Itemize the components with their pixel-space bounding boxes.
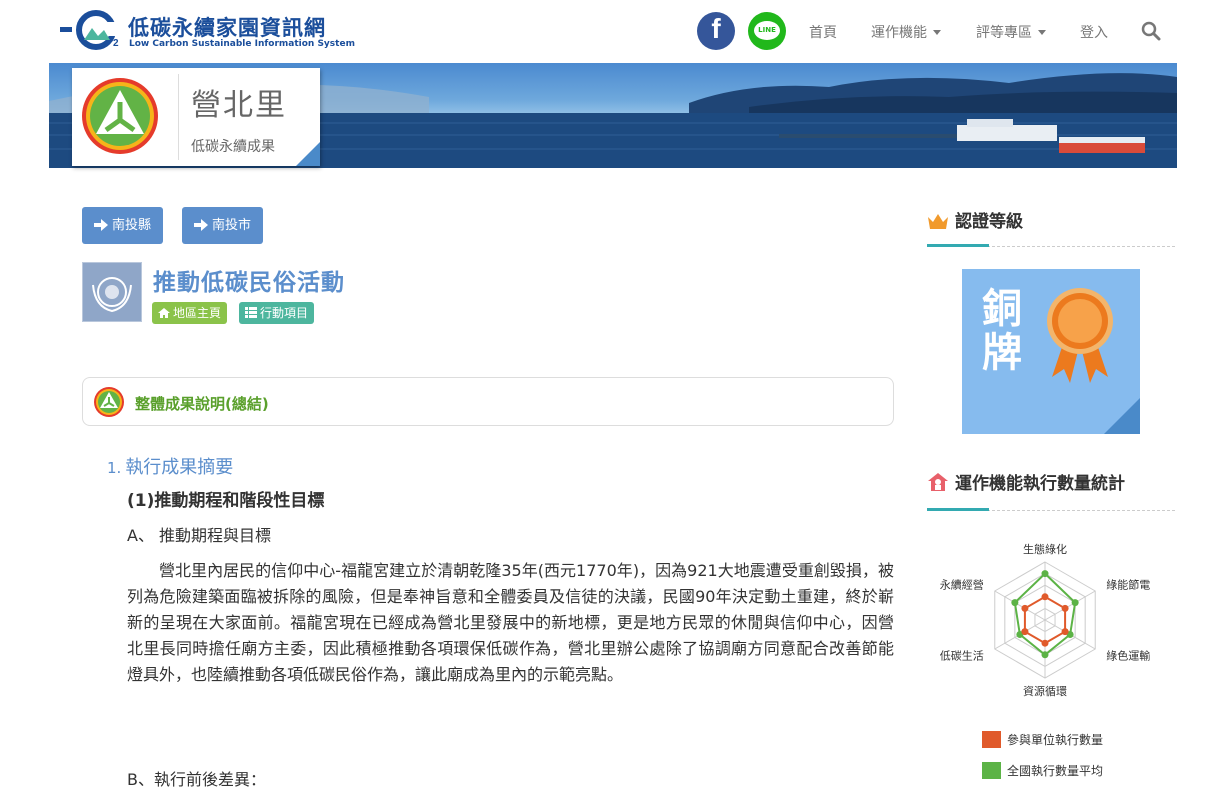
rosette-icon [1047,288,1113,383]
village-emblem-icon [82,78,158,154]
region-home-tag-label: 地區主頁 [173,306,222,320]
action-items-tag-label: 行動項目 [260,306,309,320]
legend-swatch-participant [982,731,1001,748]
home-icon [158,308,170,318]
list-icon [245,307,257,318]
nav-home[interactable]: 首頁 [809,22,837,42]
legend-national-label: 全國執行數量平均 [1007,764,1104,778]
radar-axis-label: 綠能節電 [1106,578,1150,592]
section-heading: 1. 執行成果摘要 [107,453,233,479]
cert-heading: 認證等級 [927,207,1023,232]
section-title: 執行成果摘要 [125,457,234,478]
site-logo[interactable]: 2 低碳永續家園資訊網 Low Carbon Sustainable Infor… [58,8,355,54]
arrow-right-icon [94,219,108,231]
arrow-right-icon [194,219,208,231]
county-button[interactable]: 南投縣 [82,207,164,244]
section-number: 1. [107,459,122,477]
cert-heading-accent [927,244,989,247]
radar-data-point [1041,570,1049,578]
radar-data-point [1041,651,1049,659]
badge-divider [178,74,179,160]
legend-participant-label: 參與單位執行數量 [1007,733,1104,747]
line-share-button[interactable]: LINE [748,12,786,50]
bronze-medal-card: 銅牌 [962,269,1140,434]
facebook-share-button[interactable]: f [697,12,735,50]
radar-axis-label: 綠色運輸 [1106,648,1150,662]
line-icon: LINE [754,21,780,40]
nav-login[interactable]: 登入 [1080,22,1108,42]
caret-down-icon [1038,30,1046,35]
svg-text:2: 2 [113,38,119,49]
city-button-label: 南投市 [212,218,252,233]
radar-spoke [994,590,1046,621]
subsection-heading: (1)推動期程和階段性目標 [127,491,325,511]
crown-icon [928,214,948,229]
line-icon-label: LINE [758,26,776,34]
radar-data-point [1021,604,1029,612]
logo-mark-icon: 2 [60,10,119,50]
page-fold-corner [296,142,320,166]
city-button[interactable]: 南投市 [182,207,264,244]
legend-national[interactable]: 全國執行數量平均 [982,762,1103,779]
top-navbar: 2 低碳永續家園資訊網 Low Carbon Sustainable Infor… [0,0,1218,63]
summary-label: 整體成果說明(總結) [135,395,269,413]
cert-heading-label: 認證等級 [955,212,1023,232]
radar-axis-label: 資源循環 [1023,684,1067,698]
organization-logo-image [82,262,142,322]
radar-axis-label: 生態綠化 [1023,542,1067,556]
facebook-icon: f [711,13,721,44]
village-emblem-icon [94,387,124,417]
village-subtitle: 低碳永續成果 [191,139,275,155]
radar-data-point [1011,599,1019,607]
nav-rating-label: 評等專區 [976,25,1032,41]
medal-text: 銅牌 [982,286,1022,376]
stats-heading-accent [927,508,989,511]
radar-data-point [1071,599,1079,607]
region-home-tag[interactable]: 地區主頁 [152,302,228,324]
page-fold-corner [1104,398,1140,434]
stats-heading: 運作機能執行數量統計 [927,469,1125,494]
page-title: 推動低碳民俗活動 [153,270,345,296]
logo-title: 低碳永續家園資訊網 [128,16,326,40]
radar-chart: 生態綠化綠能節電綠色運輸資源循環 低碳生活 永續經營 [940,542,1151,698]
village-name: 營北里 [191,88,287,123]
summary-panel[interactable]: 整體成果說明(總結) [82,377,894,426]
radar-data-point [1021,628,1029,636]
search-icon[interactable] [1141,21,1161,41]
body-paragraph: 營北里內居民的信仰中心-福龍宮建立於清朝乾隆35年(西元1770年)，因為921… [127,561,894,684]
radar-axis-label: 永續經營 [940,578,984,592]
item-a-heading: A、 推動期程與目標 [127,526,272,545]
wreath-emblem-icon [92,277,132,313]
community-icon [928,473,948,491]
nav-rating-dropdown[interactable]: 評等專區 [976,22,1046,42]
logo-subtitle: Low Carbon Sustainable Information Syste… [129,39,355,49]
county-button-label: 南投縣 [112,218,152,233]
legend-participant[interactable]: 參與單位執行數量 [982,731,1103,748]
radar-data-point [1041,639,1049,647]
legend-swatch-national [982,762,1001,779]
radar-data-point [1061,628,1069,636]
caret-down-icon [933,30,941,35]
radar-spoke [1044,590,1096,621]
item-b-heading: B、執行前後差異： [127,770,266,789]
village-badge-card: 營北里 低碳永續成果 [72,68,320,166]
radar-data-point [1061,604,1069,612]
action-items-tag[interactable]: 行動項目 [239,302,315,324]
stats-heading-label: 運作機能執行數量統計 [955,474,1125,494]
radar-data-point [1041,593,1049,601]
nav-features-label: 運作機能 [871,25,927,41]
nav-features-dropdown[interactable]: 運作機能 [871,22,941,42]
radar-axis-label: 低碳生活 [940,648,984,662]
